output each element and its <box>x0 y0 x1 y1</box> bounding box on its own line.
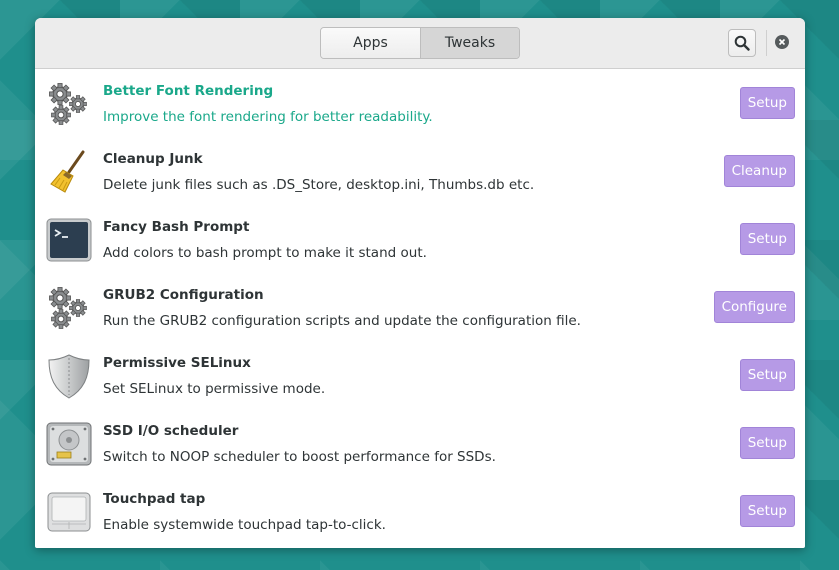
tweak-title: Better Font Rendering <box>103 83 274 99</box>
close-button[interactable] <box>775 35 789 49</box>
setup-button[interactable]: Setup <box>739 359 795 391</box>
tweak-description: Run the GRUB2 configuration scripts and … <box>103 313 581 329</box>
gears-icon <box>48 286 87 329</box>
tweak-title: GRUB2 Configuration <box>103 287 264 303</box>
configure-button[interactable]: Configure <box>713 291 795 323</box>
search-icon <box>734 35 750 51</box>
tab-apps[interactable]: Apps <box>321 28 420 58</box>
touchpad-icon <box>47 492 91 532</box>
list-item[interactable]: SSD I/O scheduler Switch to NOOP schedul… <box>35 410 805 478</box>
search-button[interactable] <box>728 29 756 57</box>
header-bar: Apps Tweaks <box>35 18 805 69</box>
terminal-icon <box>46 218 92 262</box>
tweak-description: Enable systemwide touchpad tap-to-click. <box>103 517 386 533</box>
tweak-title: Cleanup Junk <box>103 151 203 167</box>
tweak-description: Set SELinux to permissive mode. <box>103 381 326 397</box>
tweak-title: Permissive SELinux <box>103 355 251 371</box>
tweak-title: Touchpad tap <box>103 491 206 507</box>
header-separator <box>766 30 767 56</box>
broom-icon <box>50 150 85 193</box>
tweak-description: Improve the font rendering for better re… <box>103 109 433 125</box>
tweaks-list: Better Font Rendering Improve the font r… <box>35 70 805 546</box>
drive-icon <box>46 422 92 466</box>
list-item[interactable]: Better Font Rendering Improve the font r… <box>35 70 805 138</box>
list-item[interactable]: Touchpad tap Enable systemwide touchpad … <box>35 478 805 546</box>
list-item[interactable]: Fancy Bash Prompt Add colors to bash pro… <box>35 206 805 274</box>
setup-button[interactable]: Setup <box>739 87 795 119</box>
tweak-title: SSD I/O scheduler <box>103 423 239 439</box>
view-switcher: Apps Tweaks <box>320 27 520 59</box>
gears-icon <box>48 82 87 125</box>
tweak-description: Add colors to bash prompt to make it sta… <box>103 245 427 261</box>
setup-button[interactable]: Setup <box>739 495 795 527</box>
tab-tweaks[interactable]: Tweaks <box>420 28 519 58</box>
list-item[interactable]: GRUB2 Configuration Run the GRUB2 config… <box>35 274 805 342</box>
list-item[interactable]: Permissive SELinux Set SELinux to permis… <box>35 342 805 410</box>
setup-button[interactable]: Setup <box>739 223 795 255</box>
close-icon <box>778 38 786 46</box>
app-window: Apps Tweaks Better Font Rendering Improv… <box>35 18 805 548</box>
tweak-description: Delete junk files such as .DS_Store, des… <box>103 177 535 193</box>
cleanup-button[interactable]: Cleanup <box>723 155 795 187</box>
shield-icon <box>48 354 90 399</box>
list-item[interactable]: Cleanup Junk Delete junk files such as .… <box>35 138 805 206</box>
setup-button[interactable]: Setup <box>739 427 795 459</box>
tweak-description: Switch to NOOP scheduler to boost perfor… <box>103 449 496 465</box>
tweak-title: Fancy Bash Prompt <box>103 219 250 235</box>
